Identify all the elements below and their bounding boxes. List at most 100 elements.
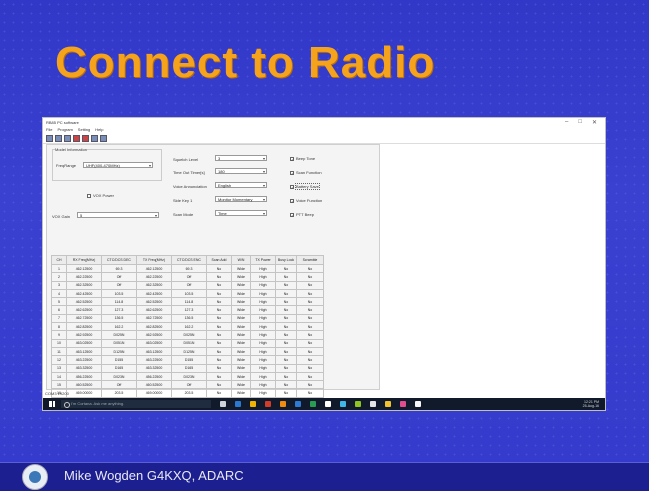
table-cell[interactable]: No xyxy=(206,313,232,324)
table-cell[interactable]: Off xyxy=(171,280,207,290)
taskbar-app-icon[interactable] xyxy=(385,401,391,407)
table-cell[interactable]: Off xyxy=(101,280,137,290)
table-cell[interactable]: 127.3 xyxy=(171,305,207,315)
table-cell[interactable]: 462.22500 xyxy=(136,272,172,282)
help-icon[interactable] xyxy=(100,135,107,142)
table-cell[interactable]: 203.5 xyxy=(101,388,137,398)
start-button[interactable] xyxy=(49,401,55,407)
voice-function-checkbox[interactable]: ✓ Voice Function xyxy=(290,198,322,203)
check-icon[interactable]: ✓ xyxy=(290,170,294,175)
table-cell[interactable]: No xyxy=(275,263,297,274)
table-cell[interactable]: No xyxy=(206,371,232,382)
table-cell[interactable]: No xyxy=(296,380,324,390)
scan-function-checkbox[interactable]: ✓ Scan Function xyxy=(290,170,322,175)
taskbar-app-icon[interactable] xyxy=(340,401,346,407)
taskbar-app-icon[interactable] xyxy=(280,401,286,407)
table-cell[interactable]: High xyxy=(250,272,276,282)
table-cell[interactable]: Wide xyxy=(231,280,251,290)
read-radio-icon[interactable] xyxy=(73,135,80,142)
table-cell[interactable]: 462.22500 xyxy=(66,272,102,282)
open-file-icon[interactable] xyxy=(55,135,62,142)
menu-program[interactable]: Program xyxy=(57,127,72,134)
table-cell[interactable]: 463.12500 xyxy=(66,346,102,357)
table-cell[interactable]: 114.8 xyxy=(171,297,207,307)
table-cell[interactable]: No xyxy=(296,338,324,348)
table-cell[interactable]: No xyxy=(206,322,232,332)
table-cell[interactable]: High xyxy=(250,355,276,365)
table-cell[interactable]: 463.32500 xyxy=(66,363,102,373)
table-cell[interactable]: No xyxy=(275,330,297,340)
table-cell[interactable]: Wide xyxy=(231,380,251,390)
table-cell[interactable]: No xyxy=(275,388,297,398)
table-cell[interactable]: 462.72500 xyxy=(136,313,172,324)
table-row[interactable]: 16 469.00000 203.5 469.00000 203.5 No Wide High… xyxy=(51,388,324,398)
table-cell[interactable]: D051N xyxy=(171,338,207,348)
table-row[interactable]: 9 462.92500 D025N 462.92500 D025N No Wide High N… xyxy=(51,330,324,340)
table-cell[interactable]: No xyxy=(275,313,297,324)
table-cell[interactable]: High xyxy=(250,363,276,373)
table-row[interactable]: 15 460.52500 Off 460.52500 Off No Wide High No No xyxy=(51,380,324,390)
table-cell[interactable]: High xyxy=(250,305,276,315)
table-row[interactable]: 13 463.32500 D165 463.32500 D165 No Wide High No… xyxy=(51,363,324,373)
table-cell[interactable]: No xyxy=(296,388,324,398)
table-cell[interactable]: 69.3 xyxy=(101,263,137,274)
table-cell[interactable]: 462.52500 xyxy=(136,297,172,307)
table-cell[interactable]: High xyxy=(250,297,276,307)
table-cell[interactable]: 462.82500 xyxy=(66,322,102,332)
table-cell[interactable]: No xyxy=(296,305,324,315)
cortana-search[interactable]: I'm Cortana. Ask me anything. xyxy=(61,400,211,408)
table-cell[interactable]: High xyxy=(250,263,276,274)
table-cell[interactable]: High xyxy=(250,346,276,357)
menu-help[interactable]: Help xyxy=(95,127,103,134)
table-cell[interactable]: High xyxy=(250,280,276,290)
taskbar-app-icon[interactable] xyxy=(220,401,226,407)
table-cell[interactable]: 13 xyxy=(51,363,67,373)
taskbar-app-icon[interactable] xyxy=(310,401,316,407)
check-icon[interactable]: ✓ xyxy=(290,198,294,203)
table-cell[interactable]: No xyxy=(296,371,324,382)
table-cell[interactable]: D165 xyxy=(101,363,137,373)
table-cell[interactable]: Off xyxy=(171,272,207,282)
table-cell[interactable]: No xyxy=(206,288,232,299)
taskbar-app-icon[interactable] xyxy=(415,401,421,407)
table-row[interactable]: 10 463.02500 D051N 463.02500 D051N No Wide High… xyxy=(51,338,324,348)
table-cell[interactable]: Wide xyxy=(231,288,251,299)
new-file-icon[interactable] xyxy=(46,135,53,142)
table-row[interactable]: 6 462.62500 127.3 462.62500 127.3 No Wide High N… xyxy=(51,305,324,315)
table-cell[interactable]: 9 xyxy=(51,330,67,340)
table-cell[interactable]: 462.92500 xyxy=(136,330,172,340)
table-row[interactable]: 7 462.72500 136.5 462.72500 136.5 No Wide High N… xyxy=(51,313,324,324)
table-cell[interactable]: 463.02500 xyxy=(66,338,102,348)
table-cell[interactable]: 456.22500 xyxy=(66,371,102,382)
check-icon[interactable]: ✓ xyxy=(290,212,294,217)
table-cell[interactable]: No xyxy=(275,280,297,290)
taskbar-app-icon[interactable] xyxy=(400,401,406,407)
table-cell[interactable]: 14 xyxy=(51,371,67,382)
table-cell[interactable]: Off xyxy=(101,380,137,390)
table-cell[interactable]: No xyxy=(296,313,324,324)
print-icon[interactable] xyxy=(91,135,98,142)
vox-power-checkbox[interactable]: VOX Power xyxy=(87,193,114,198)
table-cell[interactable]: 203.5 xyxy=(171,388,207,398)
table-cell[interactable]: 15 xyxy=(51,380,67,390)
table-cell[interactable]: Wide xyxy=(231,355,251,365)
table-cell[interactable]: No xyxy=(206,346,232,357)
table-cell[interactable]: Off xyxy=(171,380,207,390)
table-cell[interactable]: D023N xyxy=(101,371,137,382)
table-cell[interactable]: 460.52500 xyxy=(136,380,172,390)
table-cell[interactable]: High xyxy=(250,330,276,340)
table-cell[interactable]: No xyxy=(206,297,232,307)
table-cell[interactable]: Wide xyxy=(231,322,251,332)
table-cell[interactable]: No xyxy=(296,263,324,274)
table-cell[interactable]: Off xyxy=(101,272,137,282)
freq-range-select[interactable]: UHF(400-470MHz) xyxy=(83,162,153,169)
table-cell[interactable]: 136.5 xyxy=(171,313,207,324)
table-cell[interactable]: High xyxy=(250,288,276,299)
vox-gain-select[interactable]: 5 xyxy=(77,212,159,219)
table-cell[interactable]: No xyxy=(296,355,324,365)
table-cell[interactable]: Wide xyxy=(231,388,251,398)
table-cell[interactable]: 2 xyxy=(51,272,67,282)
table-cell[interactable]: High xyxy=(250,313,276,324)
table-cell[interactable]: No xyxy=(206,263,232,274)
taskbar-app-icon[interactable] xyxy=(355,401,361,407)
